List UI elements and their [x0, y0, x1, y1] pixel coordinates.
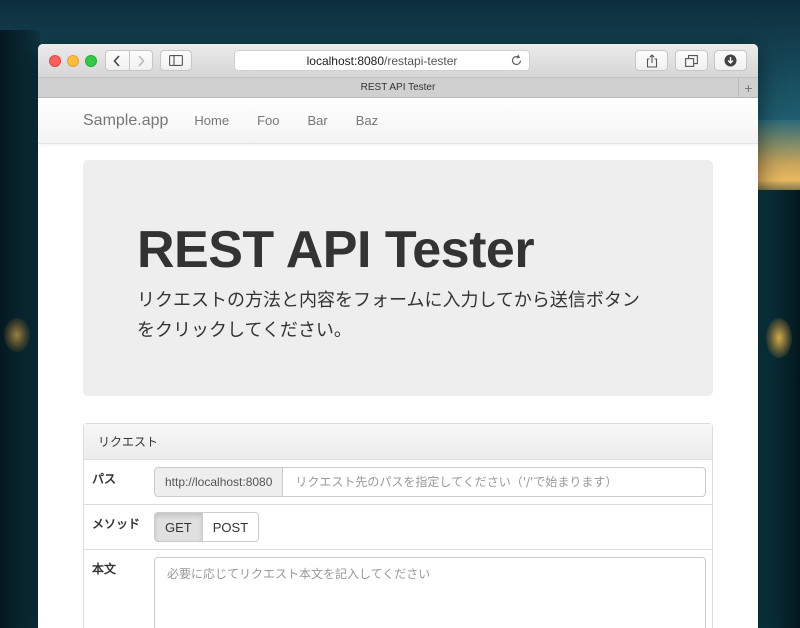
tab-rest-api-tester[interactable]: REST API Tester — [361, 82, 436, 93]
minimize-window-button[interactable] — [67, 55, 79, 67]
main-content: REST API Tester リクエストの方法と内容をフォームに入力してから送… — [38, 144, 758, 628]
body-row: 本文 — [84, 550, 712, 628]
site-navbar: Sample.app Home Foo Bar Baz — [38, 98, 758, 144]
nav-link-foo[interactable]: Foo — [257, 113, 279, 128]
desktop-background-glow-right — [766, 318, 792, 358]
desktop-background-trees-right — [758, 190, 800, 628]
navbar-brand[interactable]: Sample.app — [83, 112, 168, 130]
tab-bar: REST API Tester + — [38, 78, 758, 98]
back-button[interactable] — [106, 51, 129, 70]
browser-window: localhost:8080/restapi-tester REST API T… — [38, 44, 758, 628]
address-host: localhost:8080 — [306, 53, 385, 68]
path-prefix: http://localhost:8080 — [154, 467, 284, 497]
path-row: パス http://localhost:8080 — [84, 460, 712, 505]
tabs-icon — [685, 54, 698, 67]
history-nav-group — [105, 50, 153, 71]
address-bar[interactable]: localhost:8080/restapi-tester — [234, 50, 530, 71]
page-lead: リクエストの方法と内容をフォームに入力してから送信ボタンをクリックしてください。 — [137, 290, 640, 341]
reload-icon — [511, 54, 522, 66]
method-label: メソッド — [92, 517, 141, 531]
request-panel: リクエスト パス http://localhost:8080 メソッド GET … — [83, 423, 713, 628]
address-path: /restapi-tester — [384, 53, 458, 68]
path-label: パス — [92, 472, 117, 486]
path-input[interactable] — [283, 467, 706, 497]
chevron-right-icon — [138, 54, 145, 67]
sidebar-toggle-button[interactable] — [160, 50, 192, 71]
method-row: メソッド GET POST — [84, 505, 712, 550]
tabs-overview-button[interactable] — [675, 50, 708, 71]
new-tab-button[interactable]: + — [738, 78, 758, 97]
sidebar-icon — [169, 55, 183, 66]
path-input-group: http://localhost:8080 — [154, 467, 706, 497]
maximize-window-button[interactable] — [85, 55, 97, 67]
method-button-group: GET POST — [154, 512, 260, 542]
desktop-background-glow-left — [4, 318, 30, 352]
share-icon — [646, 53, 657, 68]
chevron-left-icon — [113, 54, 120, 67]
share-button[interactable] — [635, 50, 668, 71]
download-icon — [724, 54, 737, 67]
method-post-button[interactable]: POST — [202, 512, 260, 542]
close-window-button[interactable] — [49, 55, 61, 67]
browser-toolbar: localhost:8080/restapi-tester — [38, 44, 758, 78]
forward-button[interactable] — [128, 51, 153, 70]
body-textarea[interactable] — [154, 557, 706, 628]
jumbotron: REST API Tester リクエストの方法と内容をフォームに入力してから送… — [83, 160, 713, 396]
nav-link-bar[interactable]: Bar — [307, 113, 327, 128]
reload-button[interactable] — [510, 54, 523, 70]
page-title: REST API Tester — [137, 221, 535, 279]
nav-link-baz[interactable]: Baz — [356, 113, 378, 128]
method-get-button[interactable]: GET — [154, 512, 203, 542]
nav-link-home[interactable]: Home — [194, 113, 229, 128]
body-label: 本文 — [92, 562, 117, 576]
downloads-button[interactable] — [714, 50, 747, 71]
request-panel-heading: リクエスト — [84, 424, 712, 460]
